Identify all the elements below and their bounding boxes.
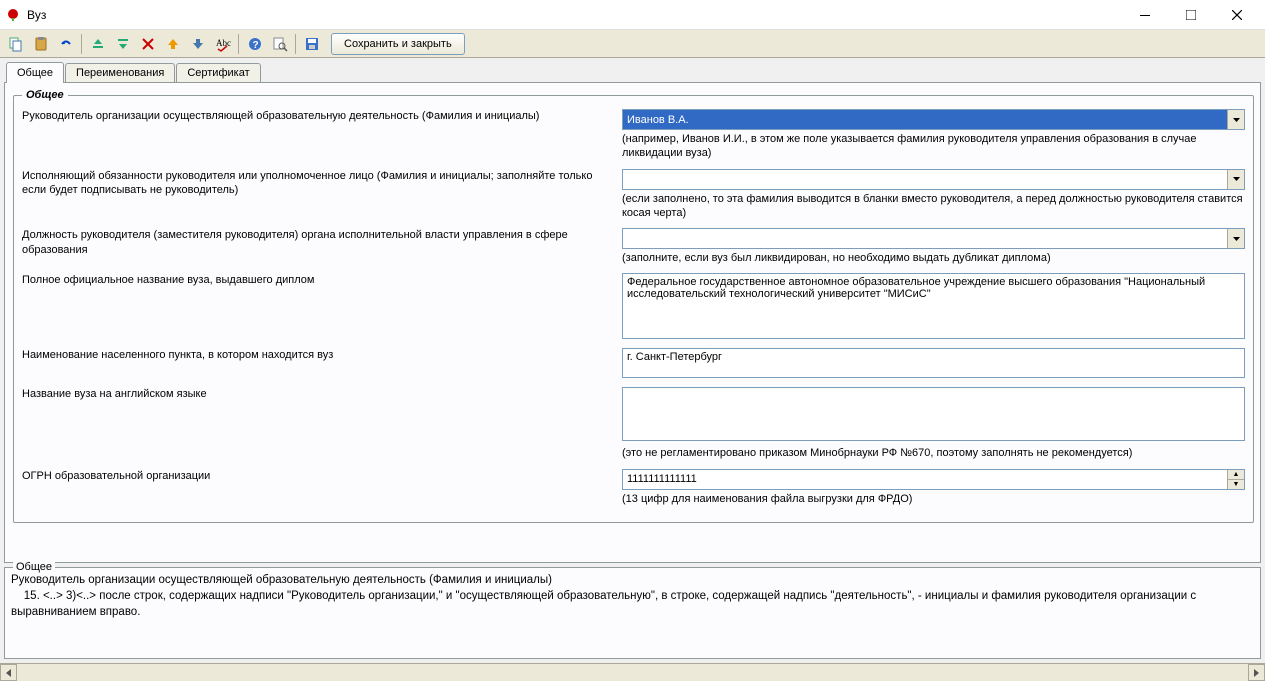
toolbar-separator (238, 34, 239, 54)
toolbar-paste-button[interactable] (29, 33, 52, 55)
toolbar-clear-button[interactable] (136, 33, 159, 55)
tab-renames[interactable]: Переименования (65, 63, 175, 82)
director-combobox[interactable] (622, 109, 1245, 130)
toolbar-separator (295, 34, 296, 54)
window-title: Вуз (27, 8, 46, 22)
name-en-label: Название вуза на английском языке (22, 387, 622, 402)
acting-combobox[interactable] (622, 169, 1245, 190)
svg-text:Abc: Abc (216, 38, 231, 48)
position-label: Должность руководителя (заместителя руко… (22, 228, 622, 258)
acting-hint: (если заполнено, то эта фамилия выводитс… (622, 192, 1245, 221)
city-textarea[interactable]: г. Санкт-Петербург (622, 348, 1245, 378)
director-input[interactable] (623, 110, 1227, 129)
tab-strip: Общее Переименования Сертификат (4, 62, 1261, 82)
position-input[interactable] (623, 229, 1227, 248)
dropdown-icon[interactable] (1227, 229, 1244, 248)
window-titlebar: Вуз (0, 0, 1265, 30)
fullname-textarea[interactable]: Федеральное государственное автономное о… (622, 273, 1245, 339)
name-en-textarea[interactable] (622, 387, 1245, 441)
spin-down-icon[interactable]: ▼ (1228, 480, 1244, 489)
scrollbar-track[interactable] (17, 664, 1248, 681)
app-icon (5, 7, 21, 23)
dropdown-icon[interactable] (1227, 170, 1244, 189)
minimize-button[interactable] (1122, 0, 1168, 30)
director-hint: (например, Иванов И.И., в этом же поле у… (622, 132, 1245, 161)
toolbar: Abc ? Сохранить и закрыть (0, 30, 1265, 58)
ogrn-hint: (13 цифр для наименования файла выгрузки… (622, 492, 1245, 506)
help-panel: Общее Руководитель организации осуществл… (4, 567, 1261, 659)
fieldset-legend: Общее (22, 89, 68, 101)
form-scroll-area[interactable]: Общее Руководитель организации осуществл… (5, 83, 1260, 562)
toolbar-copy-button[interactable] (4, 33, 27, 55)
director-label: Руководитель организации осуществляющей … (22, 109, 622, 124)
ogrn-spinner[interactable]: ▲ ▼ (622, 469, 1245, 490)
toolbar-up-button[interactable] (161, 33, 184, 55)
acting-input[interactable] (623, 170, 1227, 189)
position-hint: (заполните, если вуз был ликвидирован, н… (622, 251, 1245, 265)
acting-label: Исполняющий обязанности руководителя или… (22, 169, 622, 199)
toolbar-find-button[interactable] (268, 33, 291, 55)
toolbar-separator (81, 34, 82, 54)
scroll-right-icon[interactable] (1248, 664, 1265, 681)
spin-up-icon[interactable]: ▲ (1228, 470, 1244, 480)
toolbar-collapse-button[interactable] (86, 33, 109, 55)
tab-general[interactable]: Общее (6, 62, 64, 83)
tab-certificate[interactable]: Сертификат (176, 63, 260, 82)
maximize-button[interactable] (1168, 0, 1214, 30)
toolbar-help-button[interactable]: ? (243, 33, 266, 55)
help-body: 15. <..> 3)<..> после строк, содержащих … (11, 588, 1254, 620)
save-and-close-button[interactable]: Сохранить и закрыть (331, 33, 465, 55)
fullname-label: Полное официальное название вуза, выдавш… (22, 273, 622, 288)
ogrn-label: ОГРН образовательной организации (22, 469, 622, 484)
toolbar-spellcheck-button[interactable]: Abc (211, 33, 234, 55)
toolbar-save-button[interactable] (300, 33, 323, 55)
position-combobox[interactable] (622, 228, 1245, 249)
name-en-hint: (это не регламентировано приказом Минобр… (622, 446, 1245, 460)
toolbar-expand-button[interactable] (111, 33, 134, 55)
toolbar-down-button[interactable] (186, 33, 209, 55)
svg-text:?: ? (252, 40, 258, 51)
general-fieldset: Общее Руководитель организации осуществл… (13, 89, 1254, 523)
scroll-left-icon[interactable] (0, 664, 17, 681)
horizontal-scrollbar[interactable] (0, 663, 1265, 681)
ogrn-input[interactable] (623, 470, 1227, 489)
dropdown-icon[interactable] (1227, 110, 1244, 129)
help-heading: Руководитель организации осуществляющей … (11, 572, 1254, 588)
close-button[interactable] (1214, 0, 1260, 30)
city-label: Наименование населенного пункта, в котор… (22, 348, 622, 363)
toolbar-undo-button[interactable] (54, 33, 77, 55)
help-panel-title: Общее (13, 561, 55, 573)
